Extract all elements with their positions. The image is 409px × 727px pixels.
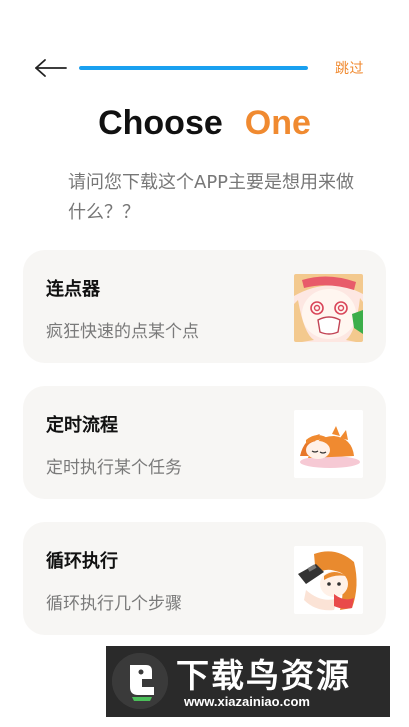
option-description: 循环执行几个步骤 [46,594,182,614]
option-card-clicker[interactable]: 连点器 疯狂快速的点某个点 [23,250,386,363]
skip-button[interactable]: 跳过 [335,58,364,78]
option-title: 循环执行 [46,551,118,572]
title-word-choose: Choose [98,104,223,142]
watermark-text: 下载鸟资源 [176,656,351,695]
watermark-url: www.xiazainiao.com [184,694,310,709]
bird-logo-icon [112,653,168,709]
back-button[interactable] [34,54,68,82]
option-image [294,274,363,342]
watermark-banner: 下载鸟资源 www.xiazainiao.com [106,646,390,717]
arrow-left-icon [35,59,67,77]
top-bar: 跳过 [0,50,409,86]
option-card-loop[interactable]: 循环执行 循环执行几个步骤 [23,522,386,635]
title-word-one: One [244,104,311,142]
option-description: 定时执行某个任务 [46,458,182,478]
page-title: Choose One [0,104,409,143]
progress-bar [79,66,308,70]
option-title: 连点器 [46,279,100,300]
option-title: 定时流程 [46,415,118,436]
question-text: 请问您下载这个APP主要是想用来做什么？？ [68,172,355,223]
option-card-scheduled-flow[interactable]: 定时流程 定时执行某个任务 [23,386,386,499]
option-image [294,410,363,478]
option-description: 疯狂快速的点某个点 [46,322,199,342]
progress-fill [79,66,308,70]
option-image [294,546,363,614]
